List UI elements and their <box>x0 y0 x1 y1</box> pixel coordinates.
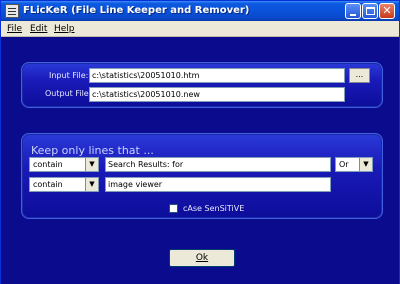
case-sensitive-label: cAse SenSiTiVE <box>183 204 245 213</box>
menu-help[interactable]: Help <box>54 24 75 34</box>
case-sensitive-checkbox[interactable] <box>169 204 178 213</box>
operator-value: Or <box>339 160 349 169</box>
condition-value-2: contain <box>33 180 63 189</box>
dropdown-arrow-icon[interactable]: ▼ <box>85 178 98 191</box>
menu-bar: File Edit Help <box>1 21 399 37</box>
dropdown-arrow-icon[interactable]: ▼ <box>359 158 372 171</box>
operator-select[interactable]: Or ▼ <box>335 157 373 172</box>
dropdown-arrow-icon[interactable]: ▼ <box>85 158 98 171</box>
condition-select-1[interactable]: contain ▼ <box>29 157 99 172</box>
window-title: FLicKeR (File Line Keeper and Remover) <box>23 5 250 16</box>
close-button[interactable]: ✕ <box>379 3 395 19</box>
browse-button[interactable]: ... <box>349 68 370 83</box>
title-bar[interactable]: FLicKeR (File Line Keeper and Remover) ✕ <box>1 1 399 21</box>
app-icon <box>5 4 19 18</box>
close-icon: ✕ <box>382 4 392 17</box>
ok-button[interactable]: Ok <box>169 249 235 267</box>
filter-text-2[interactable]: image viewer <box>105 177 331 192</box>
menu-edit[interactable]: Edit <box>30 24 47 34</box>
input-file-label: Input File: <box>49 71 89 80</box>
output-file-label: Output File: <box>45 89 92 98</box>
minimize-button[interactable] <box>345 3 361 19</box>
filter-text-1[interactable]: Search Results: for <box>105 157 331 172</box>
maximize-icon <box>366 7 375 15</box>
menu-file[interactable]: File <box>7 24 22 34</box>
minimize-icon <box>350 14 356 16</box>
output-file-field[interactable]: c:\statistics\20051010.new <box>89 87 345 102</box>
input-file-field[interactable]: c:\statistics\20051010.htm <box>89 68 345 83</box>
condition-select-2[interactable]: contain ▼ <box>29 177 99 192</box>
filter-heading: Keep only lines that ... <box>31 144 154 157</box>
maximize-button[interactable] <box>362 3 378 19</box>
app-window: FLicKeR (File Line Keeper and Remover) ✕… <box>0 0 400 284</box>
condition-value-1: contain <box>33 160 63 169</box>
